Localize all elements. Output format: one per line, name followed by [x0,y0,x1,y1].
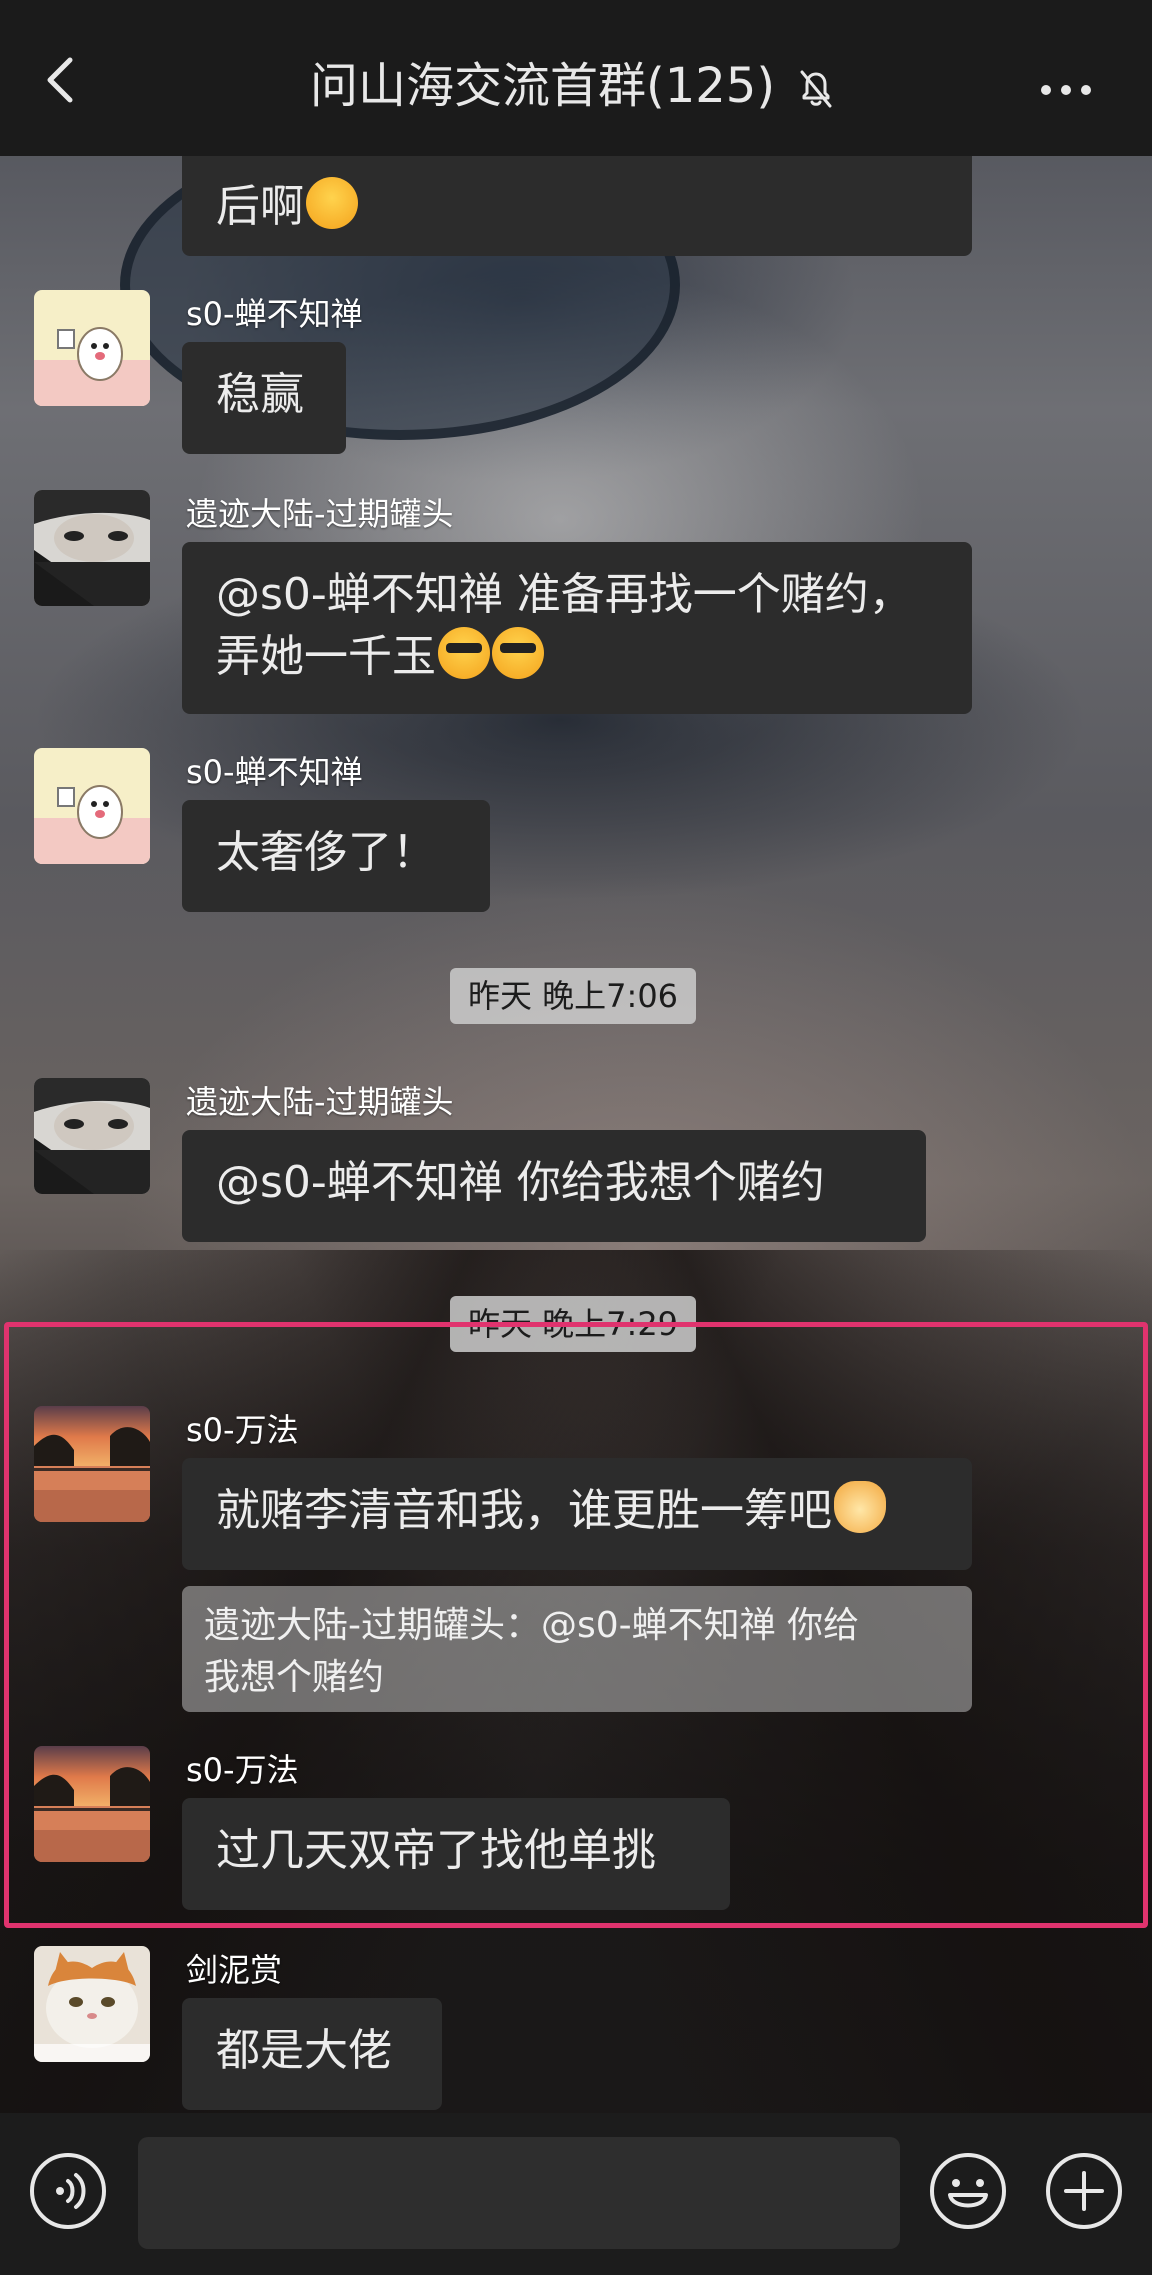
chat-header: 问山海交流首群(125) [0,0,1152,156]
smirk-face-icon [306,177,358,229]
message-text: 太奢侈了！ [216,827,436,878]
message-bubble[interactable]: 太奢侈了！ [182,800,490,912]
timestamp: 昨天 晚上7:29 [450,1296,697,1352]
hamster-avatar [34,748,150,864]
sender-name: s0-万法 [186,1411,299,1449]
voice-input-icon [30,2153,106,2229]
more-functions-button[interactable] [1044,2151,1124,2231]
message-text: 过几天双帝了找他单挑 [216,1825,656,1876]
more-options-button[interactable] [1036,70,1096,110]
sunglasses-face-icon [438,627,490,679]
message-text: 就赌李清音和我，谁更胜一筹吧 [216,1485,832,1536]
back-button[interactable] [30,48,94,112]
emoji-button[interactable] [928,2151,1008,2231]
quote-text-line: 我想个赌约 [204,1657,385,1698]
man-portrait-avatar [34,1078,150,1194]
message-bubble[interactable]: 稳赢 [182,342,346,454]
sunglasses-face-icon [492,627,544,679]
quote-text-line: 遗迹大陆-过期罐头：@s0-蝉不知禅 你给 [204,1605,860,1646]
sender-name: 剑泥赏 [186,1951,283,1989]
cat-face-icon [834,1481,886,1533]
message-text-line: 弄她一千玉 [216,631,436,682]
avatar[interactable] [34,290,150,406]
quoted-message[interactable]: 遗迹大陆-过期罐头：@s0-蝉不知禅 你给 我想个赌约 [182,1586,972,1712]
message-bubble[interactable]: @s0-蝉不知禅 准备再找一个赌约， 弄她一千玉 [182,542,972,714]
sender-name: s0-蝉不知禅 [186,295,363,333]
more-dots-icon [1041,85,1091,95]
message-bubble[interactable]: 都是大佬 [182,1998,442,2110]
chevron-left-icon [47,57,73,103]
avatar[interactable] [34,1078,150,1194]
hamster-avatar [34,290,150,406]
sunset-lake-avatar [34,1406,150,1522]
message-text: 后啊 [216,181,304,232]
emoji-smile-icon [930,2153,1006,2229]
sender-name: s0-蝉不知禅 [186,753,363,791]
avatar[interactable] [34,490,150,606]
sender-name: 遗迹大陆-过期罐头 [186,1083,454,1121]
message-text: 都是大佬 [216,2025,392,2076]
sender-name: 遗迹大陆-过期罐头 [186,495,454,533]
input-bar [0,2113,1152,2275]
group-title: 问山海交流首群(125) [310,58,776,114]
orange-cat-avatar [34,1946,150,2062]
timestamp: 昨天 晚上7:06 [450,968,697,1024]
message-bubble[interactable]: @s0-蝉不知禅 你给我想个赌约 [182,1130,926,1242]
message-bubble[interactable]: 过几天双帝了找他单挑 [182,1798,730,1910]
message-bubble[interactable]: 就赌李清音和我，谁更胜一筹吧 [182,1458,972,1570]
sender-name: s0-万法 [186,1751,299,1789]
plus-circle-icon [1046,2153,1122,2229]
avatar[interactable] [34,748,150,864]
message-text-line: @s0-蝉不知禅 准备再找一个赌约， [216,569,913,620]
bell-off-icon [796,66,836,110]
voice-input-button[interactable] [28,2151,108,2231]
message-text: @s0-蝉不知禅 你给我想个赌约 [216,1157,825,1208]
man-portrait-avatar [34,490,150,606]
sunset-lake-avatar [34,1746,150,1862]
avatar[interactable] [34,1406,150,1522]
avatar[interactable] [34,1946,150,2062]
avatar[interactable] [34,1746,150,1862]
message-text: 稳赢 [216,369,304,420]
message-input[interactable] [138,2137,900,2249]
